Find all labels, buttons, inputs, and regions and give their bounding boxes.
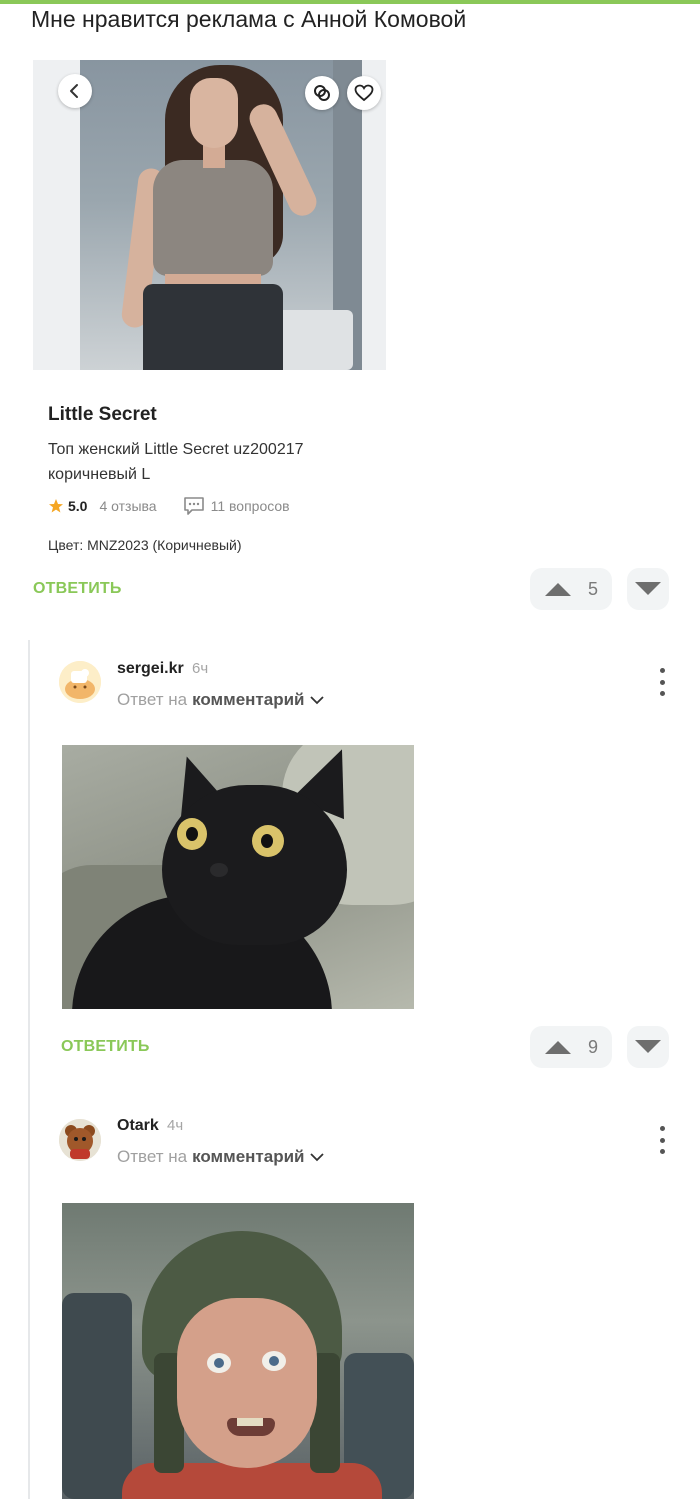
arrow-down-icon (635, 1040, 661, 1053)
rating-value: 5.0 (68, 498, 88, 514)
avatar-image (59, 661, 101, 703)
reply-to[interactable]: Ответ на комментарий (117, 1147, 325, 1167)
chat-icon (183, 497, 204, 515)
arrow-up-icon (545, 583, 571, 596)
comment-username[interactable]: sergei.kr (117, 660, 184, 678)
heart-icon (354, 84, 374, 102)
reply-to-prefix: Ответ на (117, 690, 188, 709)
reply-to-link[interactable]: комментарий (192, 1147, 304, 1167)
more-vertical-icon[interactable] (657, 668, 667, 696)
top-accent-bar (0, 0, 700, 4)
questions-count[interactable]: 11 вопросов (211, 498, 290, 514)
comment-time: 4ч (167, 1117, 184, 1134)
share-icon (314, 85, 330, 101)
chevron-down-icon (310, 696, 325, 705)
favorite-button[interactable] (347, 76, 381, 110)
reply-to-link[interactable]: комментарий (192, 690, 304, 710)
rating-row: 5.0 4 отзыва 11 вопросов (48, 495, 290, 517)
back-icon (70, 84, 78, 98)
comment-image (62, 1203, 414, 1499)
comment-username[interactable]: Otark (117, 1117, 159, 1135)
product-photo (33, 60, 386, 370)
share-button[interactable] (305, 76, 339, 110)
chevron-down-icon (310, 1153, 325, 1162)
reviews-count[interactable]: 4 отзыва (99, 498, 156, 514)
avatar[interactable] (59, 1119, 101, 1161)
reply-to-prefix: Ответ на (117, 1147, 188, 1166)
downvote-button[interactable] (627, 568, 669, 610)
upvote-button[interactable]: 9 (530, 1026, 612, 1068)
upvote-count: 5 (588, 578, 599, 599)
thread-line (28, 640, 30, 1499)
reply-button[interactable]: ОТВЕТИТЬ (61, 1038, 150, 1056)
arrow-down-icon (635, 582, 661, 595)
reply-to[interactable]: Ответ на комментарий (117, 690, 325, 710)
product-brand: Little Secret (48, 404, 157, 425)
arrow-up-icon (545, 1041, 571, 1054)
upvote-count: 9 (588, 1036, 599, 1057)
upvote-button[interactable]: 5 (530, 568, 612, 610)
avatar-image (59, 1119, 101, 1161)
comment-image (62, 745, 414, 1009)
downvote-button[interactable] (627, 1026, 669, 1068)
avatar[interactable] (59, 661, 101, 703)
product-color: Цвет: MNZ2023 (Коричневый) (48, 537, 242, 553)
star-icon (49, 499, 63, 513)
reply-button[interactable]: ОТВЕТИТЬ (33, 580, 122, 598)
back-button[interactable] (58, 74, 92, 108)
post-text: Мне нравится реклама с Анной Комовой (31, 6, 467, 32)
product-name: Топ женский Little Secret uz200217 корич… (48, 441, 304, 483)
more-vertical-icon[interactable] (657, 1126, 667, 1154)
comment-time: 6ч (192, 660, 209, 677)
